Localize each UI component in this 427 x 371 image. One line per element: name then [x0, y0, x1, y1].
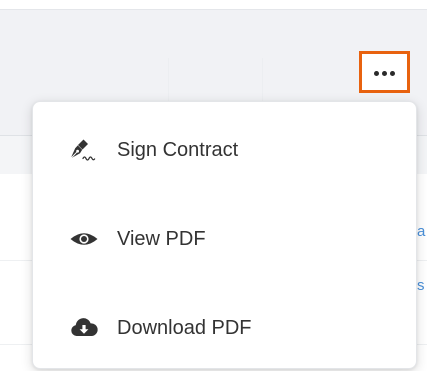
eye-icon	[69, 227, 99, 251]
more-actions-button[interactable]	[359, 51, 410, 93]
menu-item-sign-contract[interactable]: Sign Contract	[33, 120, 416, 180]
cloud-download-icon	[69, 316, 99, 340]
menu-item-view-pdf[interactable]: View PDF	[33, 209, 416, 269]
ellipsis-icon	[374, 71, 395, 76]
actions-dropdown-menu: Sign Contract View PDF Download PDF	[32, 101, 417, 369]
row-link-text[interactable]: a	[417, 223, 425, 240]
menu-item-label: View PDF	[117, 228, 206, 250]
row-link-text[interactable]: s	[417, 277, 425, 294]
menu-item-label: Download PDF	[117, 317, 252, 339]
menu-item-download-pdf[interactable]: Download PDF	[33, 298, 416, 358]
menu-item-label: Sign Contract	[117, 139, 239, 161]
pen-signature-icon	[69, 138, 99, 162]
top-strip	[0, 0, 427, 9]
